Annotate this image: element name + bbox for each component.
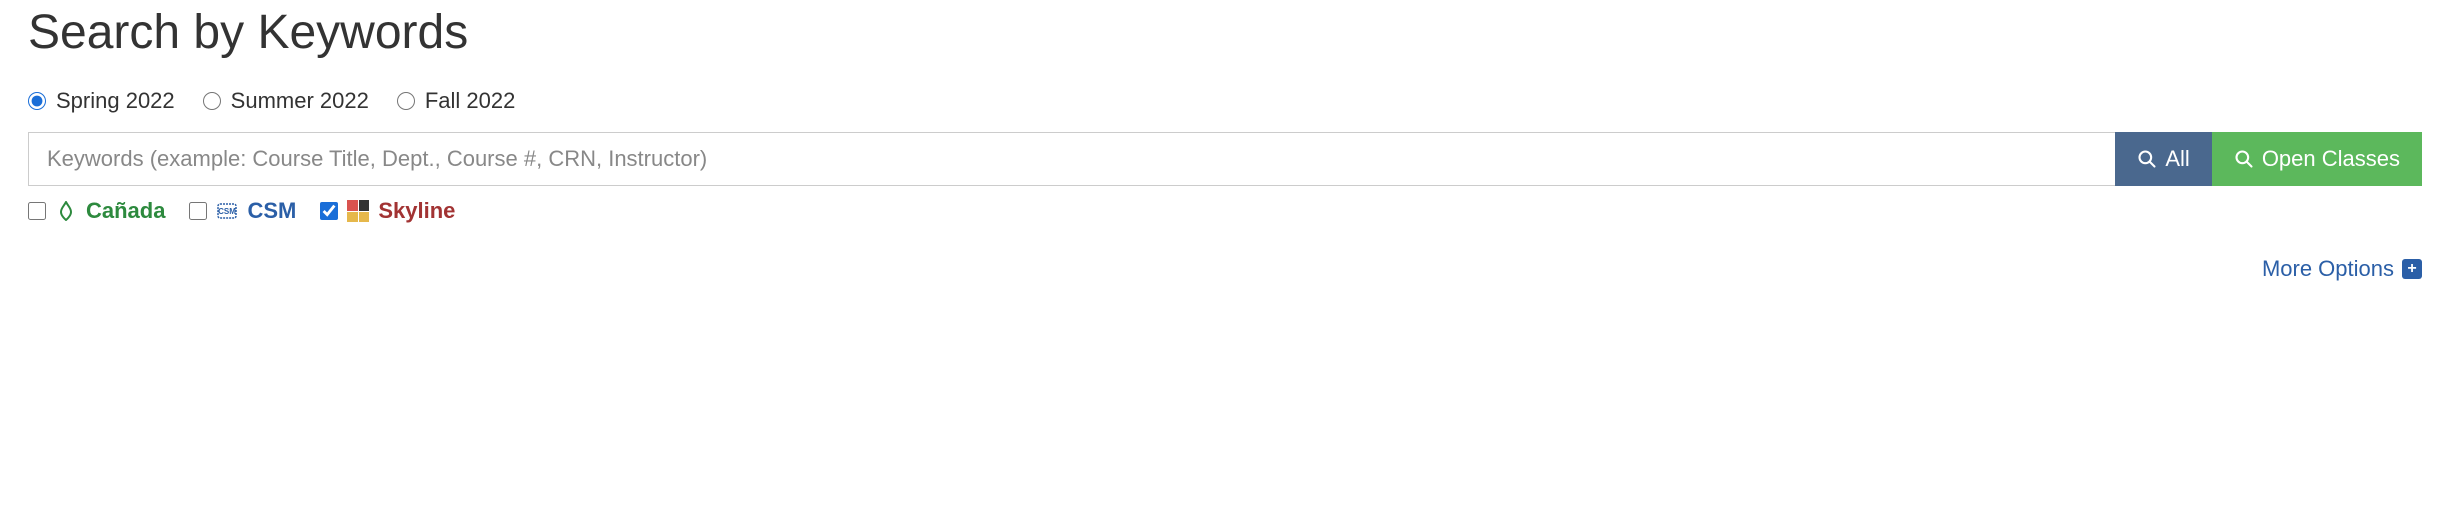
csm-logo-icon: CSM [215, 199, 239, 223]
more-options-label: More Options [2262, 256, 2394, 282]
search-open-label: Open Classes [2262, 146, 2400, 172]
svg-text:CSM: CSM [219, 207, 237, 216]
search-all-label: All [2165, 146, 2189, 172]
term-option-spring[interactable]: Spring 2022 [28, 88, 175, 114]
college-checkbox-canada[interactable] [28, 202, 46, 220]
search-icon [2137, 149, 2157, 169]
footer: More Options + [28, 256, 2422, 282]
college-label: CSM [247, 198, 296, 224]
term-radio-summer[interactable] [203, 92, 221, 110]
plus-icon: + [2402, 259, 2422, 279]
term-label: Fall 2022 [425, 88, 516, 114]
college-label: Cañada [86, 198, 165, 224]
more-options-link[interactable]: More Options + [2262, 256, 2422, 282]
college-checkbox-csm[interactable] [189, 202, 207, 220]
canada-logo-icon [54, 199, 78, 223]
search-bar: All Open Classes [28, 132, 2422, 186]
term-radio-fall[interactable] [397, 92, 415, 110]
college-filter: Cañada CSM CSM Skyline [28, 198, 2422, 224]
page-title: Search by Keywords [28, 5, 2422, 60]
skyline-logo-icon [346, 199, 370, 223]
search-open-button[interactable]: Open Classes [2212, 132, 2422, 186]
term-label: Summer 2022 [231, 88, 369, 114]
college-label: Skyline [378, 198, 455, 224]
term-selector: Spring 2022 Summer 2022 Fall 2022 [28, 88, 2422, 114]
college-checkbox-skyline[interactable] [320, 202, 338, 220]
search-all-button[interactable]: All [2115, 132, 2211, 186]
college-option-csm[interactable]: CSM CSM [189, 198, 296, 224]
term-option-summer[interactable]: Summer 2022 [203, 88, 369, 114]
keywords-input[interactable] [28, 132, 2115, 186]
term-label: Spring 2022 [56, 88, 175, 114]
search-icon [2234, 149, 2254, 169]
college-option-canada[interactable]: Cañada [28, 198, 165, 224]
college-option-skyline[interactable]: Skyline [320, 198, 455, 224]
term-radio-spring[interactable] [28, 92, 46, 110]
term-option-fall[interactable]: Fall 2022 [397, 88, 516, 114]
